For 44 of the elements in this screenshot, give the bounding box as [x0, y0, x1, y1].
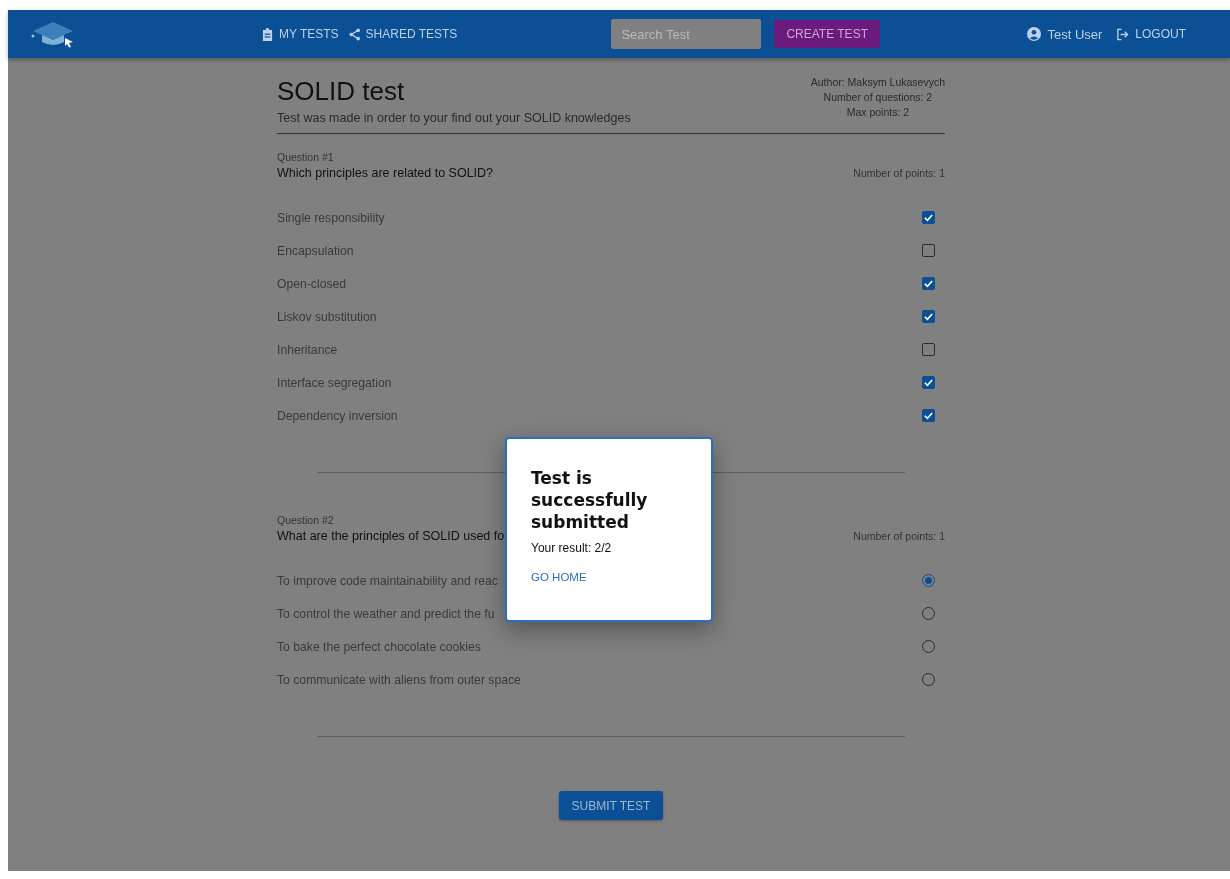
create-test-button[interactable]: CREATE TEST	[774, 20, 880, 48]
user-icon	[1027, 27, 1042, 41]
option-label: Interface segregation	[277, 375, 392, 390]
graduation-cap-icon[interactable]	[31, 20, 75, 48]
option-label: To improve code maintainability and reac	[277, 573, 498, 588]
user-link[interactable]: Test User	[1027, 26, 1103, 42]
option-label: To control the weather and predict the fu	[277, 606, 495, 621]
option-label: To bake the perfect chocolate cookies	[277, 639, 481, 654]
test-title: SOLID test	[277, 76, 406, 107]
nav-link[interactable]: MY TESTS	[262, 27, 339, 41]
go-home-button[interactable]: GO HOME	[525, 565, 593, 589]
question-points: Number of points: 1	[853, 530, 945, 542]
option-label: Encapsulation	[277, 243, 354, 258]
submit-test-button[interactable]: SUBMIT TEST	[558, 791, 664, 820]
option-label: To communicate with aliens from outer space	[277, 672, 521, 687]
option-label: Single responsibility	[277, 210, 385, 225]
option-label: Inheritance	[277, 342, 338, 357]
question-text: What are the principles of SOLID used fo	[277, 529, 505, 543]
question-points: Number of points: 1	[853, 167, 945, 179]
option-label: Liskov substitution	[277, 309, 377, 324]
option-label: Open-closed	[277, 276, 347, 291]
test-description: Test was made in order to your find out your SOLID knowledges	[277, 111, 631, 125]
max-points-text: Max points: 2	[846, 106, 910, 118]
checkbox[interactable]	[922, 211, 935, 224]
checkbox[interactable]	[922, 244, 935, 257]
question-text: Which principles are related to SOLID?	[277, 166, 494, 180]
clipboard-icon	[262, 27, 273, 41]
option-label: Dependency inversion	[277, 408, 398, 423]
question-number: Question #2	[277, 514, 334, 526]
checkbox[interactable]	[922, 310, 935, 323]
checkbox[interactable]	[922, 277, 935, 290]
logout-icon	[1116, 27, 1130, 41]
logout-link[interactable]: LOGOUT	[1116, 26, 1186, 42]
checkbox[interactable]	[922, 343, 935, 356]
search-field[interactable]: Search Test	[611, 19, 762, 49]
result-text: Your result: 2/2	[531, 541, 613, 555]
checkbox[interactable]	[922, 376, 935, 389]
nav-link[interactable]: SHARED TESTS	[348, 27, 458, 41]
author-text: Author: Maksym Lukasevych	[810, 76, 945, 88]
question-number: Question #1	[277, 151, 334, 163]
checkbox[interactable]	[922, 409, 935, 422]
share-icon	[348, 27, 360, 41]
question-count-text: Number of questions: 2	[823, 91, 933, 103]
dialog-title: Test is successfully submitted	[531, 467, 649, 533]
